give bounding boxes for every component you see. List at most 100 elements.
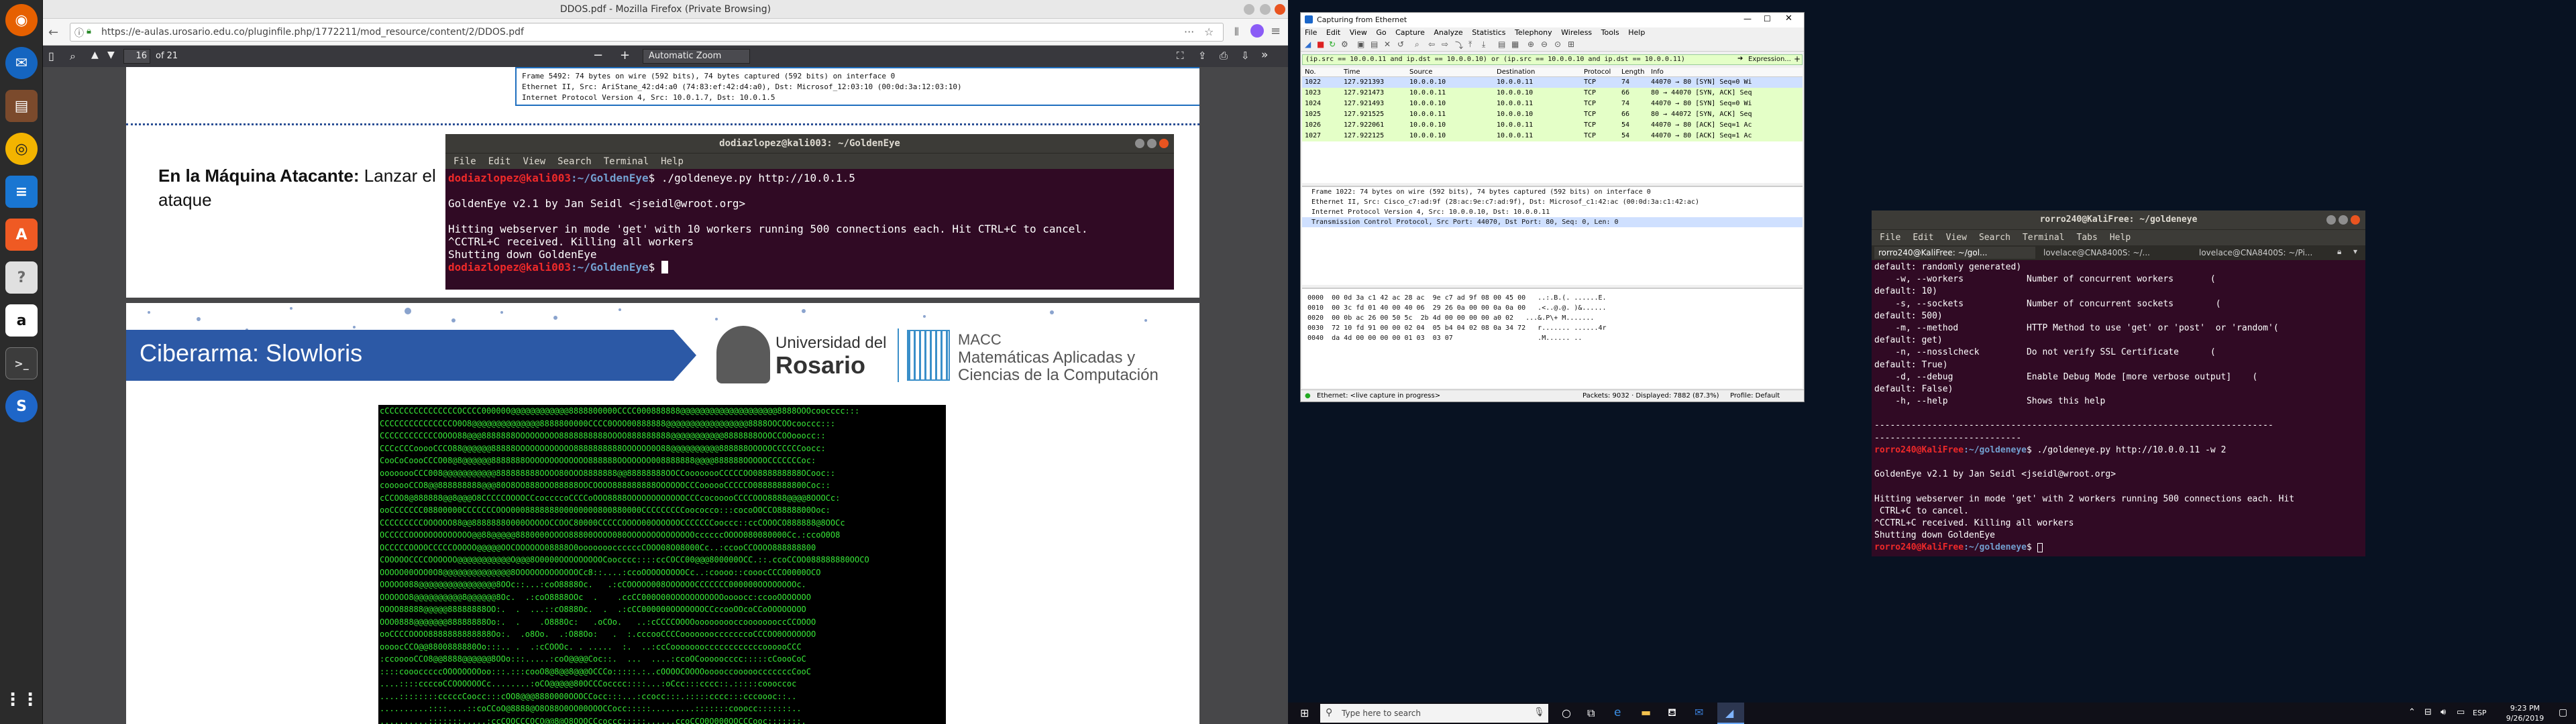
restart-capture-icon[interactable]: ↻ <box>1329 40 1336 49</box>
zoom-select[interactable]: Automatic Zoom <box>643 49 750 64</box>
print-icon[interactable]: ⎙ <box>1220 50 1228 62</box>
back-icon[interactable]: ← <box>48 25 62 40</box>
volume-icon[interactable]: 🔊︎ <box>2440 707 2446 717</box>
col-source[interactable]: Source <box>1409 68 1432 77</box>
add-filter-icon[interactable]: + <box>1794 54 1801 64</box>
menu-icon[interactable]: ≡ <box>1271 24 1281 38</box>
file-explorer-icon[interactable]: ▬ <box>1641 706 1651 719</box>
detail-frame[interactable]: Frame 1022: 74 bytes on wire (592 bits),… <box>1302 187 1803 197</box>
show-hidden-icons[interactable]: ⌃ <box>2408 707 2416 717</box>
bookmark-star-icon[interactable]: ☆ <box>1204 25 1214 38</box>
detail-ethernet[interactable]: Ethernet II, Src: Cisco_c7:ad:9f (28:ac:… <box>1302 197 1803 207</box>
previous-page-icon[interactable]: ▲ <box>91 50 99 60</box>
ws-menu-view[interactable]: View <box>1350 28 1367 37</box>
col-destination[interactable]: Destination <box>1497 68 1535 77</box>
packet-row[interactable]: 1025 127.921525 10.0.0.11 10.0.0.10 TCP 66 80 … <box>1302 109 1803 120</box>
help-icon[interactable]: ? <box>5 261 38 294</box>
kali-terminal-maximize-icon[interactable] <box>2339 215 2348 225</box>
ws-menu-telephony[interactable]: Telephony <box>1515 28 1552 37</box>
maximize-icon[interactable] <box>1260 4 1271 15</box>
ws-menu-tools[interactable]: Tools <box>1601 28 1619 37</box>
find-icon[interactable]: ⌕ <box>70 50 76 63</box>
url-bar[interactable]: ⓘ 🔒︎ https://e-aulas.urosario.edu.co/plu… <box>70 23 1224 42</box>
packet-row[interactable]: 1023 127.921473 10.0.0.11 10.0.0.10 TCP 66 80 … <box>1302 88 1803 99</box>
close-icon[interactable] <box>1275 4 1285 15</box>
profile[interactable]: Profile: Default <box>1730 390 1780 402</box>
task-view-icon[interactable]: ⧉ <box>1587 707 1595 720</box>
kt-tabs-lock-icon[interactable]: 🔒︎ <box>2337 247 2341 257</box>
sidebar-toggle-icon[interactable]: ▯ <box>48 50 54 62</box>
go-back-icon[interactable]: ⇦ <box>1428 40 1435 49</box>
filter-expression-button[interactable]: Expression... <box>1748 56 1791 63</box>
kt-menu-view[interactable]: View <box>1946 233 1967 243</box>
save-file-icon[interactable]: ▤ <box>1371 40 1378 49</box>
close-file-icon[interactable]: ✕ <box>1384 40 1391 49</box>
detail-ip[interactable]: Internet Protocol Version 4, Src: 10.0.0… <box>1302 207 1803 217</box>
library-icon[interactable]: ⫴ <box>1234 25 1239 39</box>
kt-tabs-dropdown-icon[interactable]: ▾ <box>2353 247 2357 256</box>
edge-icon[interactable]: e <box>1614 706 1621 719</box>
network-icon[interactable]: ⊟ <box>2424 707 2432 717</box>
zoom-out-icon[interactable]: ⊖ <box>1541 40 1548 49</box>
windows-start-icon[interactable]: ⊞ <box>1300 707 1309 719</box>
ws-menu-go[interactable]: Go <box>1376 28 1386 37</box>
packet-row[interactable]: 1024 127.921493 10.0.0.10 10.0.0.11 TCP 74 440… <box>1302 99 1803 109</box>
col-no[interactable]: No. <box>1305 68 1316 77</box>
open-file-icon[interactable]: ⇪ <box>1198 50 1207 62</box>
ws-menu-wireless[interactable]: Wireless <box>1561 28 1592 37</box>
packet-row[interactable]: 1022 127.921393 10.0.0.10 10.0.0.11 TCP 74 440… <box>1302 77 1803 88</box>
kali-terminal-minimize-icon[interactable] <box>2326 215 2336 225</box>
taskbar-search-box[interactable]: ⚲ Type here to search 🎙︎ <box>1320 704 1548 723</box>
kde-connect-icon[interactable]: S <box>5 390 38 422</box>
autoscroll-icon[interactable]: ▤ <box>1498 40 1505 49</box>
kt-menu-terminal[interactable]: Terminal <box>2023 233 2065 243</box>
display-filter-bar[interactable]: (ip.src == 10.0.0.11 and ip.dst == 10.0.… <box>1302 54 1803 65</box>
action-center-icon[interactable]: ▢ <box>2559 707 2567 718</box>
microphone-icon[interactable]: 🎙︎ <box>1534 707 1545 717</box>
amazon-icon[interactable]: a <box>5 304 38 337</box>
kt-menu-search[interactable]: Search <box>1979 233 2010 243</box>
mail-icon[interactable]: ✉ <box>1695 706 1703 719</box>
clock-time[interactable]: 9:23 PM <box>2498 704 2552 713</box>
clock-date[interactable]: 9/26/2019 <box>2498 714 2552 723</box>
page-number-input[interactable]: 16 <box>123 49 150 64</box>
detail-tcp[interactable]: Transmission Control Protocol, Src Port:… <box>1302 217 1803 227</box>
stop-capture-icon[interactable]: ■ <box>1317 40 1324 49</box>
wireshark-taskbar-icon[interactable]: ◢ <box>1717 703 1744 724</box>
packet-list[interactable]: 1022 127.921393 10.0.0.10 10.0.0.11 TCP 74 440… <box>1302 77 1803 183</box>
cortana-icon[interactable]: ○ <box>1562 707 1571 719</box>
ws-menu-edit[interactable]: Edit <box>1326 28 1340 37</box>
ws-menu-file[interactable]: File <box>1305 28 1317 37</box>
kt-tab-2[interactable]: lovelace@CNA8400S: ~/... <box>2039 247 2191 259</box>
kali-terminal-close-icon[interactable] <box>2351 215 2360 225</box>
reload-icon[interactable]: ↺ <box>1397 40 1404 49</box>
normal-size-icon[interactable]: ⊙ <box>1554 40 1561 49</box>
last-packet-icon[interactable]: ⤓ <box>1482 40 1485 50</box>
save-icon[interactable]: ⇩ <box>1241 50 1250 62</box>
ws-menu-statistics[interactable]: Statistics <box>1472 28 1505 37</box>
wireshark-minimize-icon[interactable]: — <box>1743 14 1752 23</box>
colorize-icon[interactable]: ▦ <box>1511 40 1519 49</box>
start-capture-icon[interactable]: ◢ <box>1305 40 1311 49</box>
col-info[interactable]: Info <box>1651 68 1664 77</box>
rhythmbox-icon[interactable]: ◎ <box>5 133 38 165</box>
battery-icon[interactable]: ▭ <box>2457 707 2465 717</box>
info-icon[interactable]: ⓘ <box>74 26 84 40</box>
first-packet-icon[interactable]: ⤒ <box>1468 40 1472 50</box>
show-applications-icon[interactable]: ⋮⋮ <box>4 684 39 716</box>
wireshark-maximize-icon[interactable]: ☐ <box>1764 14 1771 23</box>
software-center-icon[interactable]: A <box>5 219 38 251</box>
store-icon[interactable]: ⛾ <box>1668 706 1676 720</box>
wireshark-close-icon[interactable]: ✕ <box>1785 13 1792 23</box>
kt-tab-3[interactable]: lovelace@CNA8400S: ~/Pi... <box>2195 247 2336 259</box>
firefox-icon[interactable]: ◉ <box>5 4 38 36</box>
filter-apply-icon[interactable]: ➔ <box>1737 55 1743 62</box>
zoom-in-icon[interactable]: ⊕ <box>1527 40 1534 49</box>
next-page-icon[interactable]: ▼ <box>107 50 115 60</box>
presentation-mode-icon[interactable]: ⛶ <box>1177 50 1184 62</box>
libreoffice-writer-icon[interactable]: ≡ <box>5 176 38 208</box>
ws-menu-capture[interactable]: Capture <box>1395 28 1425 37</box>
zoom-out-icon[interactable]: − <box>593 48 603 62</box>
kt-tab-1[interactable]: rorro240@KaliFree: ~/gol... <box>1874 247 2035 259</box>
kt-menu-edit[interactable]: Edit <box>1913 233 1933 243</box>
